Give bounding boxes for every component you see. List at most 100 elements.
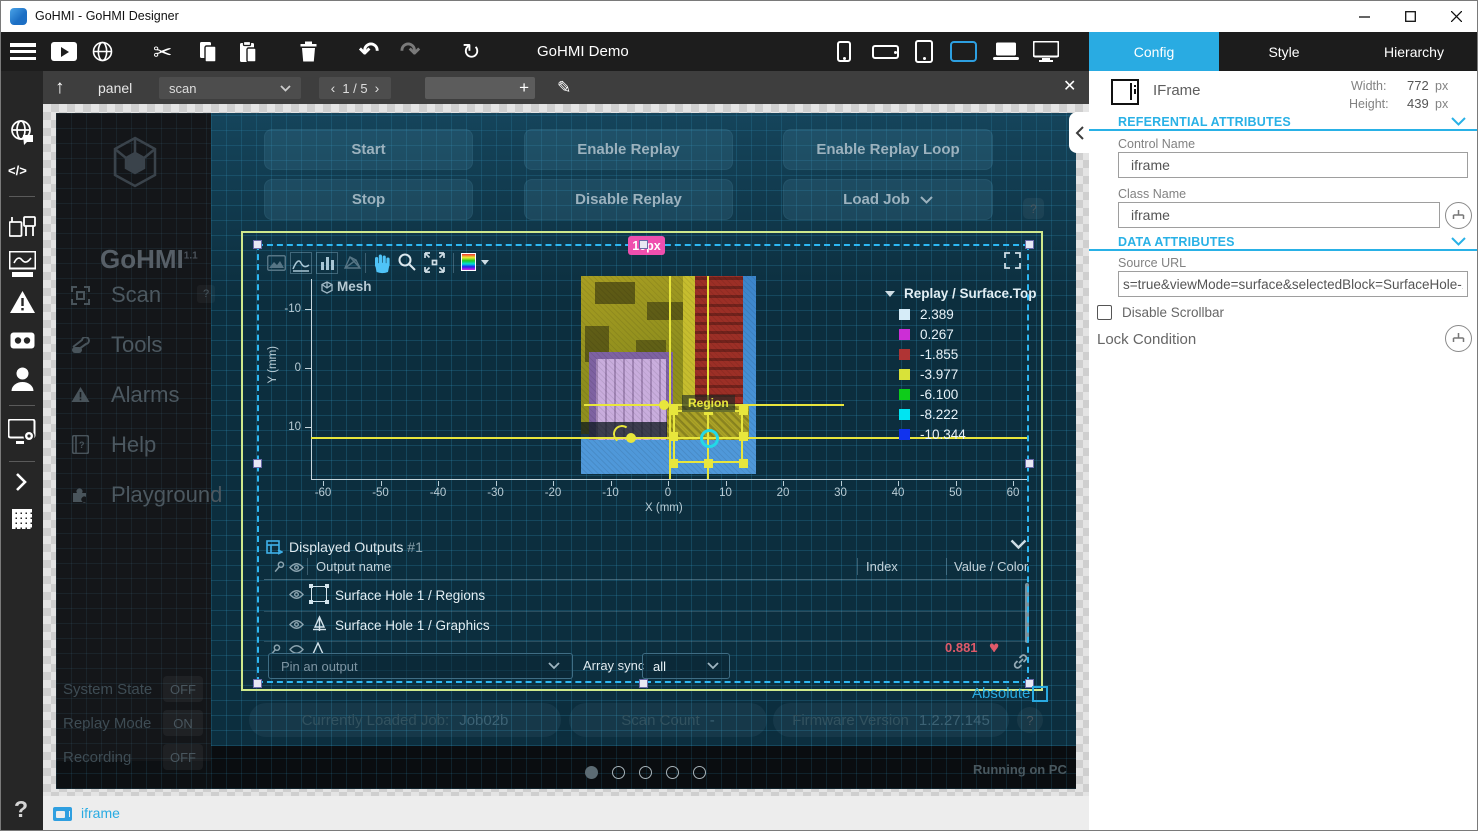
- page-indicator: 1 / 5: [342, 81, 367, 96]
- height-unit: px: [1435, 97, 1448, 111]
- footer-help-badge[interactable]: ?: [1017, 707, 1043, 733]
- add-page-icon[interactable]: +: [519, 79, 529, 96]
- app-help-badge[interactable]: ?: [1023, 198, 1044, 219]
- resize-handle-sw[interactable]: [253, 679, 262, 688]
- page-select-value: scan: [169, 81, 196, 96]
- menu-item-help[interactable]: Help: [111, 432, 156, 458]
- hamburger-menu-icon[interactable]: [10, 43, 36, 60]
- undo-icon[interactable]: ↶: [359, 40, 379, 64]
- source-url-input[interactable]: [1118, 271, 1468, 297]
- class-name-field-wrap: [1118, 202, 1440, 228]
- section-collapse-icon[interactable]: [1451, 237, 1466, 246]
- resize-handle-ne[interactable]: [1025, 240, 1034, 249]
- minimize-button[interactable]: [1341, 1, 1387, 32]
- width-unit: px: [1435, 79, 1448, 93]
- referential-section-header[interactable]: REFERENTIAL ATTRIBUTES: [1118, 115, 1291, 129]
- titlebar: GoHMI - GoHMI Designer: [1, 1, 1478, 32]
- preview-run-icon[interactable]: [51, 42, 77, 61]
- sidebar-globe-chat-icon[interactable]: [10, 119, 34, 145]
- disable-scrollbar-checkbox[interactable]: [1097, 305, 1112, 320]
- enable-replay-button[interactable]: Enable Replay: [524, 129, 733, 170]
- device-phone-portrait-icon[interactable]: [837, 41, 851, 62]
- sidebar-user-icon[interactable]: [11, 367, 34, 391]
- device-phone-landscape-icon[interactable]: [872, 45, 899, 59]
- sidebar-dashboard-icon[interactable]: [9, 251, 36, 278]
- menu-item-tools[interactable]: Tools: [111, 332, 162, 358]
- sidebar-screen-settings-icon[interactable]: [8, 419, 37, 445]
- sidebar-widgets-grid-icon[interactable]: [12, 509, 32, 529]
- sidebar-divider: [9, 196, 35, 197]
- resize-handle-nw[interactable]: [253, 240, 262, 249]
- redo-icon[interactable]: ↷: [400, 40, 420, 64]
- resize-handle-w[interactable]: [253, 459, 262, 468]
- scan-count-pill: Scan Count -: [569, 703, 767, 737]
- delete-icon[interactable]: [299, 41, 318, 62]
- new-page-input[interactable]: +: [425, 77, 535, 99]
- stop-button[interactable]: Stop: [264, 179, 473, 220]
- anchor-box-icon[interactable]: [1032, 686, 1048, 702]
- resize-handle-e[interactable]: [1025, 459, 1034, 468]
- menu-item-alarms[interactable]: Alarms: [111, 382, 179, 408]
- rename-page-icon[interactable]: ✎: [557, 79, 571, 96]
- width-label: Width:: [1351, 79, 1386, 93]
- lock-condition-binding-button[interactable]: [1445, 325, 1472, 352]
- device-laptop-icon[interactable]: [993, 42, 1019, 61]
- device-tablet-portrait-icon[interactable]: [915, 40, 933, 63]
- page-dot[interactable]: [693, 766, 706, 779]
- tab-config[interactable]: Config: [1089, 32, 1219, 71]
- start-button[interactable]: Start: [264, 129, 473, 170]
- next-page-icon[interactable]: ›: [375, 80, 380, 96]
- page-dot[interactable]: [666, 766, 679, 779]
- close-button[interactable]: [1433, 1, 1478, 32]
- firmware-value: 1.2.27.145: [919, 712, 990, 729]
- sidebar-expand-icon[interactable]: [14, 471, 28, 493]
- enable-replay-loop-button[interactable]: Enable Replay Loop: [783, 129, 993, 170]
- project-title: GoHMI Demo: [537, 43, 629, 60]
- inspector-tabbar: Config Style Hierarchy: [1089, 32, 1478, 71]
- page-dot[interactable]: [639, 766, 652, 779]
- menu-scan-help-badge[interactable]: ?: [197, 285, 215, 303]
- sidebar-replay-icon[interactable]: [10, 332, 35, 349]
- scan-count-value: -: [710, 712, 715, 729]
- class-name-input[interactable]: [1118, 202, 1440, 228]
- tab-style[interactable]: Style: [1219, 32, 1349, 71]
- sidebar-code-icon[interactable]: </>: [8, 163, 27, 178]
- cut-icon[interactable]: ✂: [153, 41, 172, 64]
- app-window: GoHMI - GoHMI Designer ✂ ↶ ↷ ↻ GoHMI Dem…: [0, 0, 1478, 831]
- move-up-icon[interactable]: ↑: [55, 78, 65, 97]
- device-desktop-icon[interactable]: [1033, 41, 1059, 62]
- maximize-button[interactable]: [1387, 1, 1433, 32]
- load-job-button[interactable]: Load Job: [783, 179, 993, 220]
- menu-item-scan[interactable]: Scan: [111, 282, 161, 308]
- prev-page-icon[interactable]: ‹: [331, 80, 336, 96]
- scan-count-label: Scan Count: [621, 712, 699, 729]
- control-name-input[interactable]: [1118, 152, 1468, 178]
- page-dot-active[interactable]: [585, 766, 598, 779]
- collapse-inspector-tab[interactable]: [1069, 112, 1089, 153]
- refresh-icon[interactable]: ↻: [462, 41, 480, 63]
- selected-control-icon: [53, 807, 72, 821]
- class-binding-button[interactable]: [1445, 202, 1472, 229]
- page-dot[interactable]: [612, 766, 625, 779]
- copy-icon[interactable]: [199, 41, 217, 63]
- sidebar-help-icon[interactable]: ?: [14, 796, 28, 823]
- position-mode-label[interactable]: Absolute: [972, 685, 1030, 702]
- app-logo-cube-icon: [111, 136, 159, 188]
- section-collapse-icon[interactable]: [1451, 117, 1466, 126]
- selected-control-name[interactable]: iframe: [81, 805, 120, 821]
- resize-handle-n[interactable]: [639, 240, 648, 249]
- sidebar-alarms-icon[interactable]: [9, 290, 36, 315]
- data-section-header[interactable]: DATA ATTRIBUTES: [1118, 235, 1235, 249]
- resize-handle-s[interactable]: [639, 679, 648, 688]
- close-panel-icon[interactable]: ✕: [1063, 79, 1076, 95]
- disable-replay-button[interactable]: Disable Replay: [524, 179, 733, 220]
- device-tablet-landscape-icon[interactable]: [950, 41, 977, 62]
- globe-icon[interactable]: [92, 41, 113, 62]
- height-value: 439: [1407, 96, 1429, 111]
- paste-icon[interactable]: [239, 41, 257, 63]
- menu-item-playground[interactable]: Playground: [111, 482, 222, 508]
- sidebar-workbench-icon[interactable]: [9, 211, 36, 239]
- tab-hierarchy[interactable]: Hierarchy: [1349, 32, 1478, 71]
- page-select[interactable]: scan: [159, 77, 301, 99]
- page-pagination[interactable]: ‹ 1 / 5 ›: [319, 77, 391, 99]
